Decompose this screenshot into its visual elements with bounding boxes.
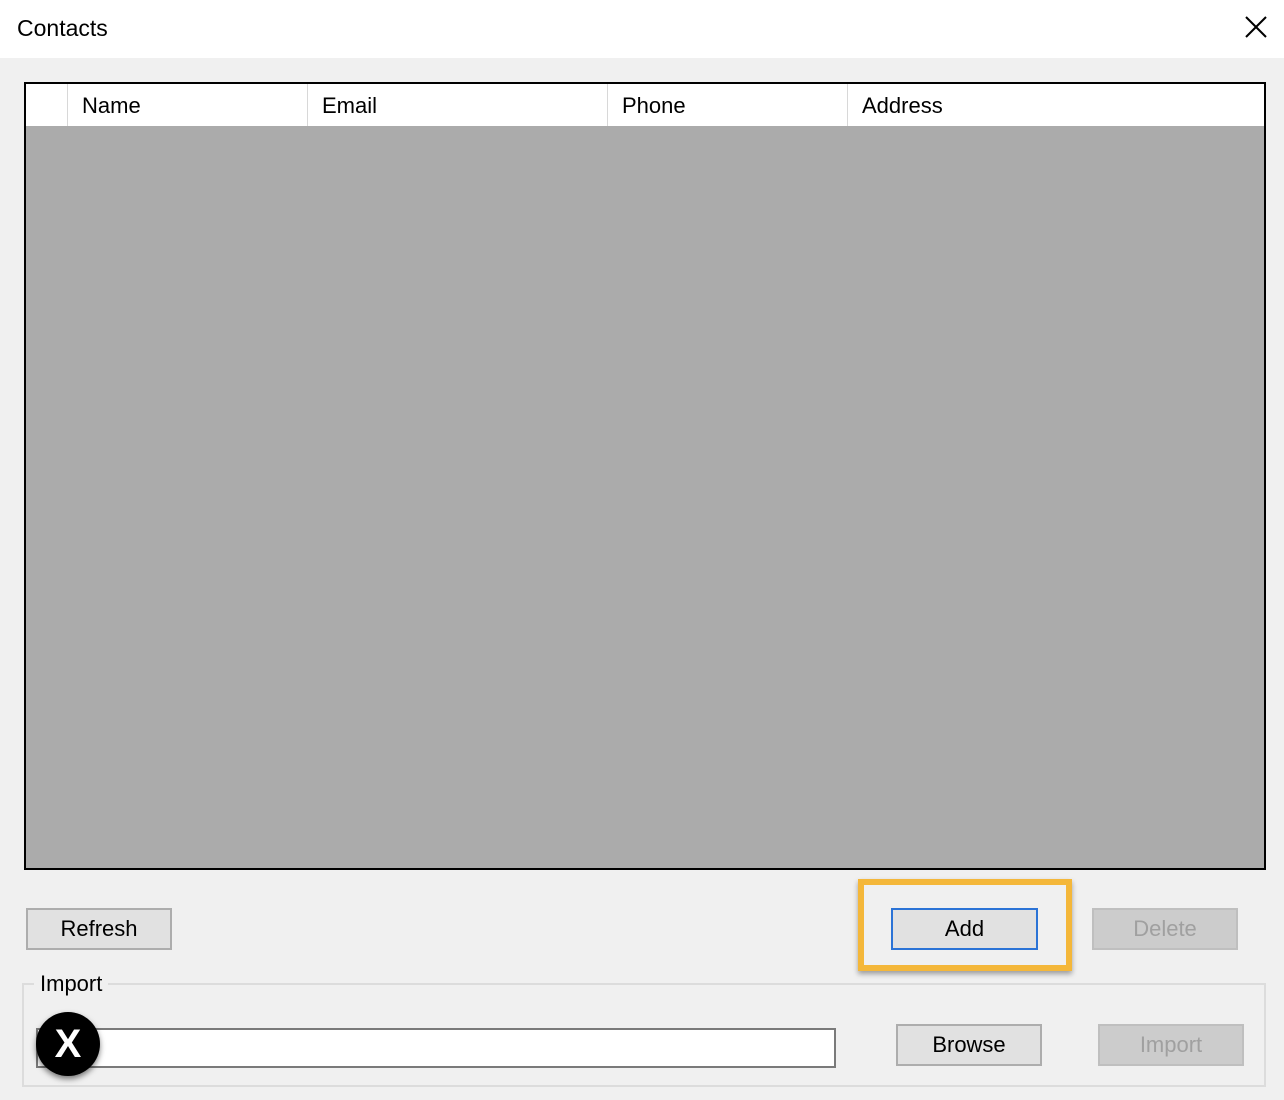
contacts-grid[interactable]: Name Email Phone Address xyxy=(24,82,1266,870)
close-button[interactable] xyxy=(1234,8,1278,46)
x-marker-icon: X xyxy=(36,1012,100,1076)
column-header-email[interactable]: Email xyxy=(308,84,608,126)
refresh-button[interactable]: Refresh xyxy=(26,908,172,950)
column-header-phone[interactable]: Phone xyxy=(608,84,848,126)
import-button[interactable]: Import xyxy=(1098,1024,1244,1066)
browse-button[interactable]: Browse xyxy=(896,1024,1042,1066)
column-header-address[interactable]: Address xyxy=(848,84,1264,126)
window-title: Contacts xyxy=(17,15,108,41)
delete-button[interactable]: Delete xyxy=(1092,908,1238,950)
title-bar: Contacts xyxy=(0,0,1284,58)
close-icon xyxy=(1245,16,1267,38)
import-group-label: Import xyxy=(34,971,109,997)
import-path-input[interactable] xyxy=(36,1028,836,1068)
grid-header: Name Email Phone Address xyxy=(26,84,1264,126)
column-header-name[interactable]: Name xyxy=(68,84,308,126)
add-button-highlight xyxy=(858,879,1072,971)
row-header-column[interactable] xyxy=(26,84,68,126)
